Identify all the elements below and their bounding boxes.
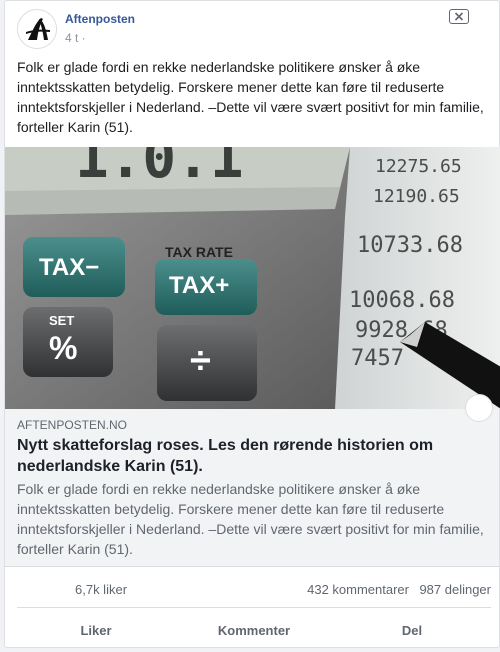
- link-domain: AFTENPOSTEN.NO: [17, 418, 128, 432]
- share-button[interactable]: Del: [333, 613, 491, 647]
- post-body-text: Folk er glade fordi en rekke nederlandsk…: [17, 59, 484, 135]
- post-header: Aftenposten 4 t ·: [17, 9, 487, 51]
- shares-count[interactable]: 987 delinger: [419, 582, 491, 597]
- receipt-line-3: 10733.68: [357, 233, 463, 258]
- key-tax-rate-label: TAX RATE: [165, 244, 233, 260]
- preview-options-button[interactable]: [465, 394, 493, 422]
- actions-divider: [17, 607, 491, 608]
- key-set: SET: [49, 313, 74, 328]
- key-tax-minus: TAX−: [39, 254, 99, 281]
- close-button[interactable]: [449, 9, 469, 24]
- key-divide: ÷: [190, 340, 211, 382]
- key-percent: %: [49, 330, 77, 366]
- link-preview-image[interactable]: 1.0.1 TAX− TAX RATE TAX+ SET % ÷ 12275.6…: [5, 147, 500, 409]
- calculator-photo: 1.0.1 TAX− TAX RATE TAX+ SET % ÷ 12275.6…: [5, 147, 500, 409]
- feed-post-card: Aftenposten 4 t · Folk er glade fordi en…: [4, 0, 500, 648]
- link-description: Folk er glade fordi en rekke nederlandsk…: [17, 481, 484, 557]
- link-title[interactable]: Nytt skatteforslag roses. Les den rørend…: [17, 435, 467, 477]
- receipt-line-2: 12190.65: [373, 186, 460, 207]
- page-avatar[interactable]: [17, 9, 57, 49]
- post-timestamp[interactable]: 4 t ·: [65, 31, 86, 45]
- reaction-counts: 6,7k liker 432 kommentarer 987 delinger: [17, 579, 491, 599]
- receipt-line-6: 7457: [351, 346, 404, 371]
- likes-count[interactable]: 6,7k liker: [75, 582, 127, 597]
- receipt-line-4: 10068.68: [349, 288, 455, 313]
- link-preview-info[interactable]: AFTENPOSTEN.NO Nytt skatteforslag roses.…: [5, 409, 499, 567]
- like-button[interactable]: Liker: [17, 613, 175, 647]
- svg-text:1.0.1: 1.0.1: [75, 147, 244, 191]
- page-name-link[interactable]: Aftenposten: [65, 12, 135, 26]
- aftenposten-logo-icon: [18, 10, 56, 48]
- comment-button[interactable]: Kommenter: [175, 613, 333, 647]
- close-icon: [454, 12, 464, 21]
- comments-count[interactable]: 432 kommentarer: [307, 582, 409, 597]
- post-actions-bar: Liker Kommenter Del: [17, 613, 491, 647]
- receipt-line-1: 12275.65: [375, 156, 462, 177]
- key-tax-plus: TAX+: [169, 272, 229, 299]
